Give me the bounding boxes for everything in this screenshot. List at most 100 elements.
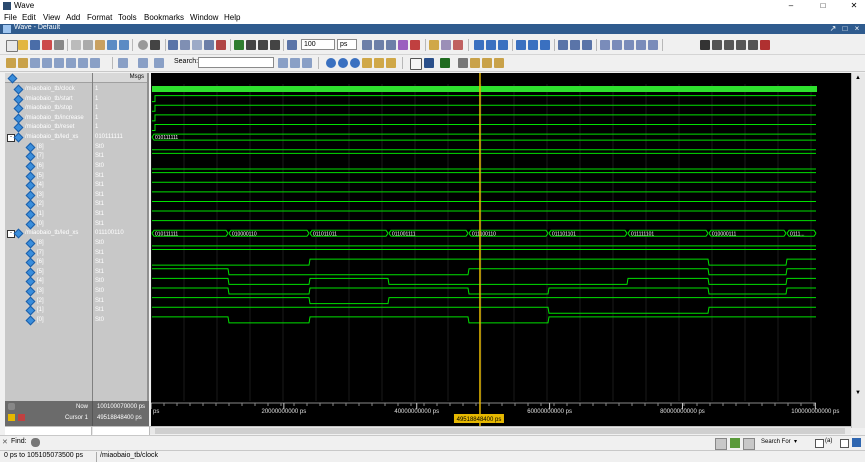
search-input[interactable] bbox=[198, 57, 274, 68]
find-options-icon[interactable] bbox=[743, 438, 755, 450]
signal-name[interactable]: [0] bbox=[37, 315, 44, 325]
menu-bookmarks[interactable]: Bookmarks bbox=[144, 13, 184, 22]
move-mode-icon[interactable] bbox=[748, 40, 758, 50]
collapse-icon[interactable] bbox=[612, 40, 622, 50]
undock-button[interactable]: ↗ bbox=[828, 24, 838, 34]
wave-highlight-icon[interactable] bbox=[440, 58, 450, 68]
continue-icon[interactable] bbox=[374, 40, 384, 50]
horizontal-scrollbar[interactable] bbox=[5, 426, 851, 435]
menu-window[interactable]: Window bbox=[190, 13, 218, 22]
restart-icon[interactable] bbox=[429, 40, 439, 50]
select-mode-icon[interactable] bbox=[700, 40, 710, 50]
zoom-mode-icon[interactable] bbox=[712, 40, 722, 50]
run-length-icon[interactable] bbox=[287, 40, 297, 50]
paste-icon[interactable] bbox=[95, 40, 105, 50]
regex-icon[interactable]: (a) bbox=[825, 438, 832, 444]
hscroll-thumb[interactable] bbox=[155, 428, 845, 434]
signal-name[interactable]: [5] bbox=[37, 267, 44, 277]
step-up-icon[interactable] bbox=[246, 40, 256, 50]
wave-tool-a-icon[interactable] bbox=[458, 58, 468, 68]
signal-name[interactable]: [2] bbox=[37, 199, 44, 209]
signal-name[interactable]: [3] bbox=[37, 286, 44, 296]
signal-name[interactable]: /miaobaio_tb/reset bbox=[25, 122, 74, 132]
signal-name[interactable]: [4] bbox=[37, 180, 44, 190]
wave-compare-icon[interactable] bbox=[204, 40, 214, 50]
wave-tool-c-icon[interactable] bbox=[482, 58, 492, 68]
wrap-checkbox[interactable] bbox=[840, 439, 849, 448]
open-icon[interactable] bbox=[18, 40, 28, 50]
next-edge-icon[interactable] bbox=[528, 40, 538, 50]
menu-format[interactable]: Format bbox=[87, 13, 112, 22]
search-bookmark-icon[interactable] bbox=[302, 58, 312, 68]
zoom-in-icon[interactable] bbox=[326, 58, 336, 68]
wave-tool-5-icon[interactable] bbox=[54, 58, 64, 68]
zoom-cursor-icon[interactable] bbox=[362, 58, 372, 68]
wave-tool-4-icon[interactable] bbox=[42, 58, 52, 68]
search-for-dropdown[interactable]: Search For bbox=[761, 439, 791, 445]
redo-icon[interactable] bbox=[119, 40, 129, 50]
break-icon[interactable] bbox=[398, 40, 408, 50]
signal-name[interactable]: [0] bbox=[37, 219, 44, 229]
wave-color-icon[interactable] bbox=[410, 58, 422, 70]
scroll-down-icon[interactable]: ▼ bbox=[855, 390, 861, 396]
binoculars-icon[interactable] bbox=[150, 40, 160, 50]
stop-icon[interactable] bbox=[410, 40, 420, 50]
search-go-icon[interactable] bbox=[278, 58, 288, 68]
step-out-icon[interactable] bbox=[498, 40, 508, 50]
run-length-input[interactable]: 100 bbox=[301, 39, 335, 50]
search-clear-icon[interactable] bbox=[290, 58, 300, 68]
wave-format-icon[interactable] bbox=[168, 40, 178, 50]
expand-icon[interactable] bbox=[600, 40, 610, 50]
wave-tool-d-icon[interactable] bbox=[494, 58, 504, 68]
wave-tool-2-icon[interactable] bbox=[18, 58, 28, 68]
search-options-icon[interactable] bbox=[154, 58, 164, 68]
chevron-down-icon[interactable]: ▾ bbox=[794, 438, 797, 445]
run-unit-select[interactable]: ps bbox=[337, 39, 357, 50]
wave-clear-icon[interactable] bbox=[216, 40, 226, 50]
case-checkbox[interactable] bbox=[815, 439, 824, 448]
wave-select-icon[interactable] bbox=[424, 58, 434, 68]
search-prev-icon[interactable] bbox=[118, 58, 128, 68]
reload-icon[interactable] bbox=[42, 40, 52, 50]
group-icon[interactable] bbox=[624, 40, 634, 50]
signal-name[interactable]: [7] bbox=[37, 248, 44, 258]
step-into-icon[interactable] bbox=[474, 40, 484, 50]
menu-file[interactable]: File bbox=[4, 13, 17, 22]
prev-edge-icon[interactable] bbox=[516, 40, 526, 50]
menu-help[interactable]: Help bbox=[224, 13, 240, 22]
undo-icon[interactable] bbox=[107, 40, 117, 50]
minimize-button[interactable]: – bbox=[780, 0, 802, 12]
wave-list-icon[interactable] bbox=[180, 40, 190, 50]
signal-name[interactable]: [8] bbox=[37, 238, 44, 248]
signal-name[interactable]: [3] bbox=[37, 190, 44, 200]
maximize-button[interactable]: □ bbox=[812, 0, 834, 12]
print-icon[interactable] bbox=[54, 40, 64, 50]
signal-name[interactable]: [8] bbox=[37, 142, 44, 152]
menu-add[interactable]: Add bbox=[66, 13, 80, 22]
signal-name[interactable]: [2] bbox=[37, 296, 44, 306]
wave-tool-1-icon[interactable] bbox=[6, 58, 16, 68]
signal-name[interactable]: /miaobaio_tb/led_xs bbox=[25, 132, 78, 142]
step-left-icon[interactable] bbox=[258, 40, 268, 50]
search-next-icon[interactable] bbox=[138, 58, 148, 68]
menu-edit[interactable]: Edit bbox=[22, 13, 36, 22]
menu-view[interactable]: View bbox=[43, 13, 60, 22]
lock-icon[interactable] bbox=[8, 414, 15, 421]
find-close-icon[interactable]: ✕ bbox=[2, 438, 8, 446]
menu-tools[interactable]: Tools bbox=[118, 13, 137, 22]
maximize-pane-button[interactable]: □ bbox=[840, 24, 850, 34]
signal-name[interactable]: [6] bbox=[37, 161, 44, 171]
ungroup-icon[interactable] bbox=[636, 40, 646, 50]
signal-name[interactable]: [1] bbox=[37, 305, 44, 315]
find-edge-icon[interactable] bbox=[540, 40, 550, 50]
wave-tool-6-icon[interactable] bbox=[66, 58, 76, 68]
vertical-scrollbar[interactable]: ▲ ▼ bbox=[851, 73, 865, 428]
copy-icon[interactable] bbox=[83, 40, 93, 50]
find-icon[interactable] bbox=[138, 40, 148, 50]
signal-name[interactable]: [6] bbox=[37, 257, 44, 267]
mem-icon[interactable] bbox=[453, 40, 463, 50]
wave-tool-7-icon[interactable] bbox=[78, 58, 88, 68]
zoom-full-icon[interactable] bbox=[350, 58, 360, 68]
edit-mode-icon[interactable] bbox=[724, 40, 734, 50]
wave-tool-b-icon[interactable] bbox=[470, 58, 480, 68]
